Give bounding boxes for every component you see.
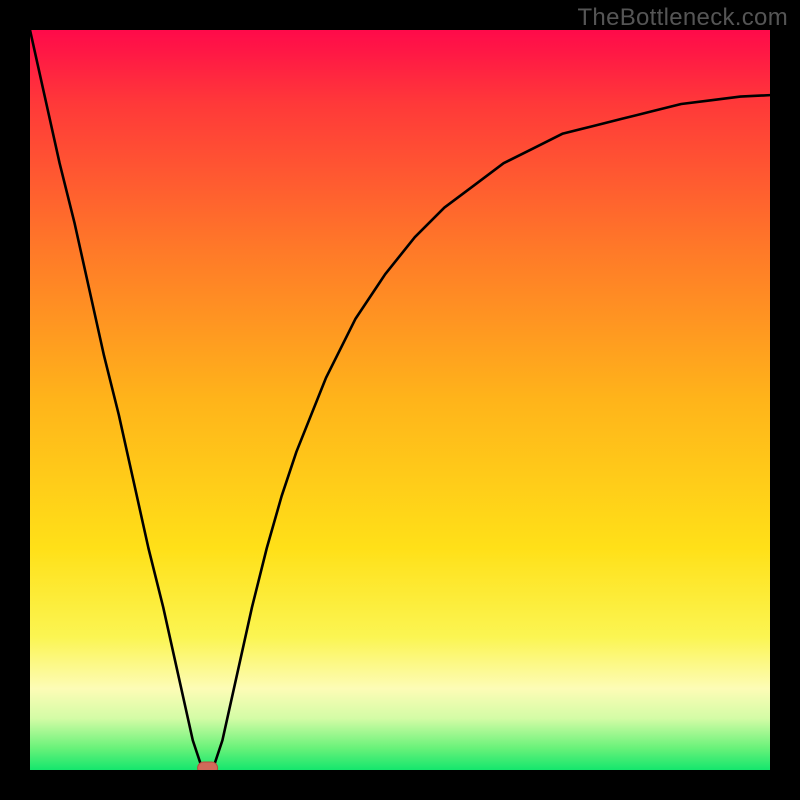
plot-area — [30, 30, 770, 770]
optimum-marker — [198, 762, 218, 770]
bottleneck-curve — [30, 30, 770, 770]
curve-layer — [30, 30, 770, 770]
bottleneck-chart: TheBottleneck.com — [0, 0, 800, 800]
watermark-text: TheBottleneck.com — [577, 4, 788, 32]
